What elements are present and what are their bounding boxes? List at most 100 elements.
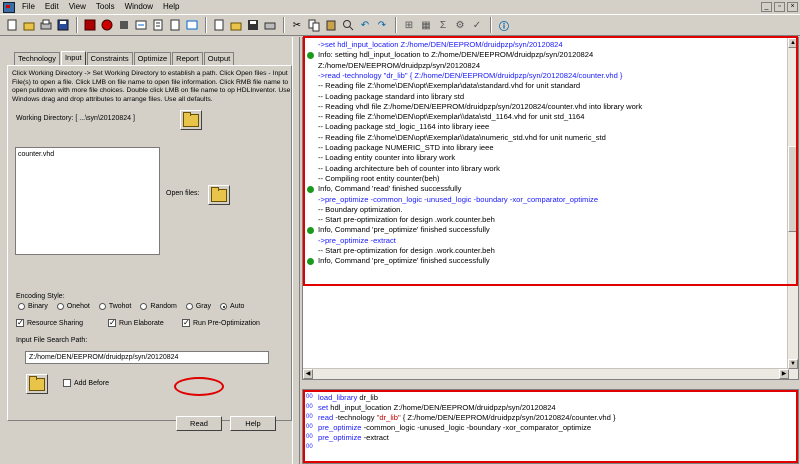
read-button[interactable]: Read bbox=[176, 416, 222, 431]
window-icon[interactable] bbox=[184, 17, 200, 33]
transcript-line: -- Loading entity counter into library w… bbox=[318, 153, 456, 163]
copy-icon[interactable] bbox=[306, 17, 322, 33]
save-icon[interactable] bbox=[55, 17, 71, 33]
checkbox-label: Run Pre-Optimization bbox=[193, 319, 260, 327]
command-args: -extract bbox=[361, 433, 389, 442]
info-bullet-icon bbox=[307, 226, 314, 234]
transcript-line: -- Start pre-optimization for design .wo… bbox=[318, 246, 495, 255]
transcript-line: -- Loading package std_logic_1164 into l… bbox=[318, 122, 490, 132]
scrollbar-thumb[interactable] bbox=[788, 146, 798, 232]
scroll-down-arrow[interactable]: ▼ bbox=[788, 359, 798, 369]
hierarchy-icon[interactable]: ⊞ bbox=[401, 17, 417, 33]
find-icon[interactable] bbox=[340, 17, 356, 33]
redo-icon[interactable]: ↷ bbox=[374, 17, 390, 33]
panel-splitter[interactable] bbox=[292, 37, 300, 464]
search-path-input[interactable]: Z:/home/DEN/EEPROM/druidpzp/syn/20120824 bbox=[25, 351, 269, 364]
restore-button[interactable]: ▫ bbox=[774, 2, 785, 12]
folder-open-icon bbox=[183, 111, 199, 127]
tab-report[interactable]: Report bbox=[172, 52, 203, 65]
list-item[interactable]: counter.vhd bbox=[16, 148, 159, 161]
radio-random[interactable]: Random bbox=[140, 303, 177, 310]
radio-twohot[interactable]: Twohot bbox=[98, 303, 131, 310]
add-before-checkbox[interactable]: Add Before bbox=[63, 379, 109, 387]
info-icon[interactable]: ⓘ bbox=[496, 17, 512, 33]
working-directory-button[interactable] bbox=[180, 110, 202, 130]
encoding-style-label: Encoding Style: bbox=[16, 293, 65, 300]
toolbar-separator bbox=[490, 17, 492, 33]
transcript-line: Info: setting hdl_input_location to Z:/h… bbox=[318, 50, 594, 60]
command-args: { Z:/home/DEN/EEPROM/druidpzp/syn/201208… bbox=[400, 413, 616, 422]
minimize-button[interactable]: _ bbox=[761, 2, 772, 12]
settings-icon[interactable]: ⚙ bbox=[452, 17, 468, 33]
toolbar-separator bbox=[395, 17, 397, 33]
floppy-icon[interactable] bbox=[245, 17, 261, 33]
tab-input[interactable]: Input bbox=[60, 51, 86, 66]
transcript-line: -- Reading file Z:\home\DEN\opt\Exemplar… bbox=[318, 132, 606, 142]
info-bullet-icon bbox=[307, 185, 314, 193]
toolbar-separator bbox=[205, 17, 207, 33]
radio-onehot[interactable]: Onehot bbox=[56, 303, 90, 310]
report-icon[interactable] bbox=[150, 17, 166, 33]
transcript-line: -- Reading file Z:\home\DEN\opt\Exemplar… bbox=[318, 81, 581, 91]
tab-optimize[interactable]: Optimize bbox=[133, 52, 172, 65]
radio-binary[interactable]: Binary bbox=[18, 303, 48, 310]
menu-window[interactable]: Window bbox=[121, 0, 159, 14]
new-icon[interactable] bbox=[4, 17, 20, 33]
open-files-button[interactable] bbox=[208, 185, 230, 205]
scroll-right-arrow[interactable]: ▶ bbox=[779, 369, 789, 379]
undo-icon[interactable]: ↶ bbox=[357, 17, 373, 33]
close-button[interactable]: × bbox=[787, 2, 798, 12]
transcript-line: -- Compiling root entity counter(beh) bbox=[318, 173, 440, 183]
input-file-list[interactable]: counter.vhd bbox=[15, 147, 160, 255]
menu-edit[interactable]: Edit bbox=[41, 0, 65, 14]
menu-help[interactable]: Help bbox=[159, 0, 185, 14]
schematic-icon[interactable] bbox=[133, 17, 149, 33]
search-path-browse-button[interactable] bbox=[26, 374, 48, 394]
scroll-up-arrow[interactable]: ▲ bbox=[788, 38, 798, 48]
print-icon[interactable] bbox=[38, 17, 54, 33]
menu-tools[interactable]: Tools bbox=[92, 0, 121, 14]
tab-bar: Technology Input Constraints Optimize Re… bbox=[14, 51, 235, 66]
paste-icon[interactable] bbox=[323, 17, 339, 33]
tab-constraints[interactable]: Constraints bbox=[86, 52, 133, 65]
tab-technology[interactable]: Technology bbox=[14, 52, 60, 65]
window-controls: _ ▫ × bbox=[761, 2, 798, 12]
grid-icon[interactable]: ▦ bbox=[418, 17, 434, 33]
line-number: 00 bbox=[306, 444, 313, 450]
command-args: hdl_input_location Z:/home/DEN/EEPROM/dr… bbox=[328, 403, 556, 412]
open-folder-icon[interactable] bbox=[228, 17, 244, 33]
run-pre-optimization-checkbox[interactable]: ✓ Run Pre-Optimization bbox=[182, 319, 260, 327]
run-elaborate-checkbox[interactable]: ✓ Run Elaborate bbox=[108, 319, 164, 327]
app-icon[interactable] bbox=[3, 1, 15, 13]
command-keyword: pre_optimize bbox=[318, 423, 362, 432]
radio-label: Random bbox=[150, 303, 177, 310]
menu-file[interactable]: File bbox=[18, 0, 41, 14]
menu-view[interactable]: View bbox=[65, 0, 92, 14]
transcript-line: ->set hdl_input_location Z:/home/DEN/EEP… bbox=[318, 40, 563, 49]
resource-sharing-checkbox[interactable]: ✓ Resource Sharing bbox=[16, 319, 83, 327]
checkbox-box: ✓ bbox=[108, 318, 116, 327]
horizontal-scrollbar[interactable]: ◀ ▶ bbox=[303, 368, 789, 379]
help-button[interactable]: Help bbox=[230, 416, 276, 431]
scroll-left-arrow[interactable]: ◀ bbox=[303, 369, 313, 379]
command-line: read -technology "dr_lib" { Z:/home/DEN/… bbox=[318, 413, 616, 423]
print-preview-icon[interactable] bbox=[262, 17, 278, 33]
radio-auto[interactable]: Auto bbox=[220, 303, 244, 310]
command-window[interactable]: 00 load_library dr_lib 00 set hdl_input_loc… bbox=[302, 389, 799, 464]
document-icon[interactable] bbox=[211, 17, 227, 33]
chip-icon[interactable] bbox=[116, 17, 132, 33]
check-icon[interactable]: ✓ bbox=[469, 17, 485, 33]
tab-output[interactable]: Output bbox=[203, 52, 235, 65]
command-keyword: load_library bbox=[318, 393, 358, 402]
vertical-scrollbar[interactable]: ▲ ▼ bbox=[787, 38, 798, 379]
radio-gray[interactable]: Gray bbox=[185, 303, 211, 310]
command-line: pre_optimize -common_logic -unused_logic… bbox=[318, 423, 591, 433]
compile-icon[interactable] bbox=[82, 17, 98, 33]
page-icon[interactable] bbox=[167, 17, 183, 33]
command-keyword: set bbox=[318, 403, 329, 412]
cut-icon[interactable]: ✂ bbox=[289, 17, 305, 33]
sum-icon[interactable]: Σ bbox=[435, 17, 451, 33]
open-icon[interactable] bbox=[21, 17, 37, 33]
left-panel: Technology Input Constraints Optimize Re… bbox=[0, 37, 292, 464]
run-icon[interactable] bbox=[99, 17, 115, 33]
